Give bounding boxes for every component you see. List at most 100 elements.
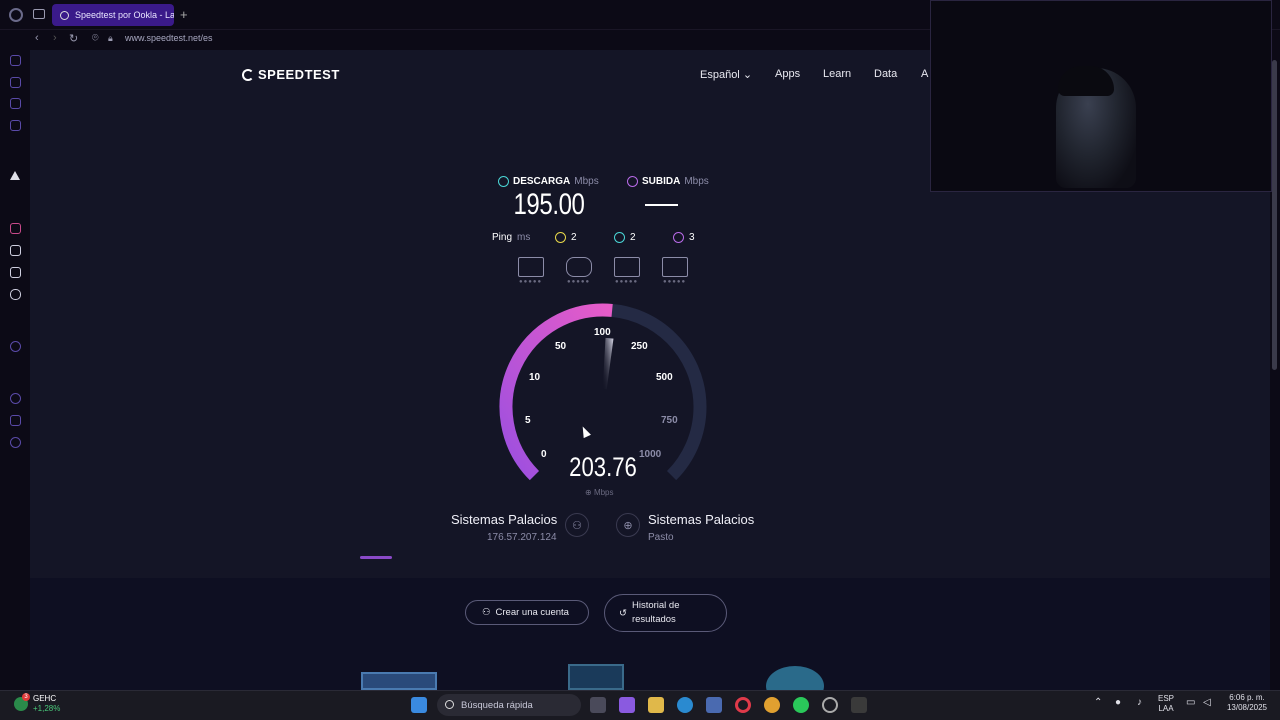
sidebar-m-icon[interactable] [10,120,21,131]
sidebar-x-icon[interactable] [10,267,21,278]
ping-idle-value: 2 [571,232,577,243]
video-call-quality-icon[interactable] [662,257,688,277]
store-icon[interactable] [706,697,722,713]
sidebar-settings-icon[interactable] [10,437,21,448]
gauge-label-500: 500 [656,372,673,383]
upload-label: SUBIDA [642,176,681,187]
notification-badge: 3 [22,693,30,701]
scrollbar-thumb[interactable] [1272,60,1277,370]
ping-download-value: 2 [630,232,636,243]
sidebar-instagram-icon[interactable] [10,223,21,234]
chrome-icon[interactable] [764,697,780,713]
nav-data[interactable]: Data [874,68,897,80]
server-name[interactable]: Sistemas Palacios [648,512,754,527]
ping-download: 2 [614,232,636,243]
browser-tab-active[interactable]: Speedtest por Ookla - La [52,4,174,26]
upload-pending-line [645,204,678,206]
speedtest-logo[interactable]: SPEEDTEST [242,67,340,82]
network-icon[interactable]: ▭ [1186,698,1195,708]
results-history-button[interactable]: ↺ Historial de resultados [604,594,727,632]
speedtest-favicon-icon [60,10,69,20]
current-speed-value: 203.76 [569,452,637,482]
new-tab-button[interactable]: + [180,7,188,22]
nav-language[interactable]: Español ⌄ [700,68,752,81]
gauge-label-50: 50 [555,341,567,352]
forward-icon[interactable]: › [53,32,57,44]
sidebar-tiktok-icon[interactable] [10,245,21,256]
gauge-label-250: 250 [631,341,648,352]
url-text[interactable]: www.speedtest.net/es [125,33,213,43]
nav-learn[interactable]: Learn [823,68,851,80]
upload-unit: Mbps [684,176,709,187]
browser-sidebar [0,50,30,690]
steam-icon[interactable] [822,697,838,713]
microphone-icon[interactable]: ♪ [1137,698,1142,708]
nav-more[interactable]: A [921,68,928,80]
tray-app-icon[interactable]: ● [1115,698,1121,708]
edge-icon[interactable] [677,697,693,713]
download-header: DESCARGA Mbps [498,176,599,187]
create-account-button[interactable]: ⚇ Crear una cuenta [465,600,589,625]
upload-arrow-icon [627,176,638,187]
ping-download-icon [614,232,625,243]
task-view-icon[interactable] [590,697,606,713]
nav-apps[interactable]: Apps [775,68,800,80]
taskbar-search[interactable]: Búsqueda rápida [437,694,581,716]
gauge-label-100: 100 [594,327,611,338]
current-speed-unit: ⊕ Mbps [585,488,614,497]
location-icon[interactable]: ⌾ [92,32,99,45]
sidebar-speed-dial-icon[interactable] [10,55,21,66]
video-call-rating-dots: ●●●●● [663,279,687,285]
stock-name: GEHC [33,694,57,703]
browsing-quality-icon[interactable] [518,257,544,277]
ping-upload: 3 [673,232,695,243]
streaming-rating-dots: ●●●●● [615,279,639,285]
language-indicator[interactable]: ESP LAA [1158,694,1174,714]
whatsapp-icon[interactable] [793,697,809,713]
clock[interactable]: 6:06 p. m. 13/08/2025 [1224,693,1270,713]
server-location: Pasto [648,532,674,543]
opera-logo-icon[interactable] [9,8,23,22]
clock-date: 13/08/2025 [1226,703,1268,712]
gauge-label-1000: 1000 [639,449,662,460]
tab-menu-icon[interactable] [33,9,45,19]
sidebar-bag-icon[interactable] [10,77,21,88]
tray-expand-icon[interactable]: ⌃ [1094,698,1102,708]
lock-icon[interactable]: 🔒︎ [108,33,113,44]
sidebar-ai-icon[interactable] [10,98,21,109]
opera-gx-icon[interactable] [735,697,751,713]
sidebar-history-icon[interactable] [10,393,21,404]
stock-widget[interactable]: GEHC +1,28% [33,694,60,714]
isp-name: Sistemas Palacios [451,512,558,527]
sidebar-player-icon[interactable] [10,341,21,352]
gauge-label-5: 5 [525,415,531,426]
illustration-phone [568,664,624,690]
sidebar-discord-icon[interactable] [10,289,21,300]
sidebar-extensions-icon[interactable] [10,415,21,426]
globe-icon: ⊕ [616,513,640,537]
streaming-quality-icon[interactable] [614,257,640,277]
gauge-label-0: 0 [541,449,547,460]
gaming-quality-icon[interactable] [566,257,592,277]
user-icon: ⚇ [565,513,589,537]
call-of-duty-icon[interactable] [851,697,867,713]
volume-icon[interactable]: ◁ [1203,698,1211,708]
ping-idle-icon [555,232,566,243]
file-explorer-icon[interactable] [648,697,664,713]
search-icon [445,700,454,709]
download-unit: Mbps [574,176,599,187]
add-user-icon: ⚇ [482,607,491,618]
reload-icon[interactable]: ↻ [69,32,78,45]
copilot-icon[interactable] [619,697,635,713]
test-progress-bar [360,556,392,559]
windows-start-icon[interactable] [411,697,427,713]
gaming-rating-dots: ●●●●● [567,279,591,285]
sidebar-aria-icon[interactable] [10,171,20,180]
stock-change: +1,28% [33,704,61,713]
ping-upload-icon [673,232,684,243]
gauge-label-750: 750 [661,415,678,426]
brand-name: SPEEDTEST [258,67,340,82]
back-icon[interactable]: ‹ [35,32,39,44]
ping-idle: 2 [555,232,577,243]
download-arrow-icon [498,176,509,187]
